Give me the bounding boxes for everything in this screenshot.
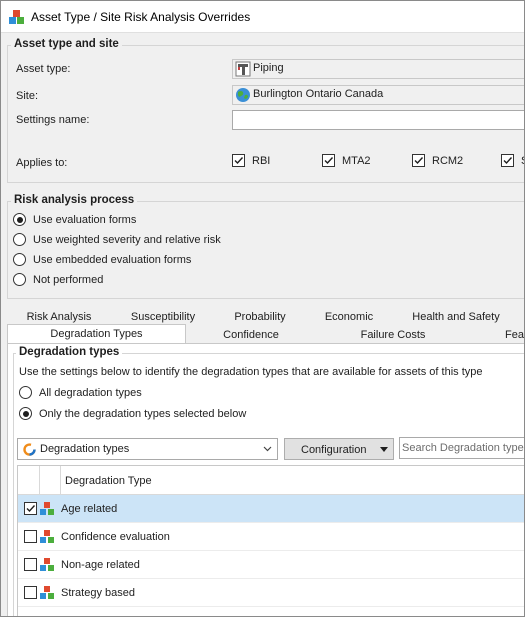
search-degradation-placeholder: Search Degradation types (402, 442, 525, 454)
tab-probability[interactable]: Probability (225, 308, 295, 326)
title-bar: Asset Type / Site Risk Analysis Override… (1, 1, 524, 33)
degradation-types-grid: Degradation Type Age related Confidence … (17, 465, 524, 616)
risk-option-not-performed-radio[interactable] (13, 273, 26, 286)
applies-rbi-checkbox[interactable] (232, 154, 245, 167)
row-degradation-name: Confidence evaluation (61, 531, 170, 543)
all-degradation-types-radio[interactable] (19, 386, 32, 399)
dropdown-arrow-icon (380, 447, 388, 452)
tab-failure-costs[interactable]: Failure Costs (351, 326, 435, 344)
risk-option-evaluation-forms-radio[interactable] (13, 213, 26, 226)
table-row[interactable]: Non-age related (18, 551, 524, 579)
asset-type-value: Piping (253, 62, 284, 74)
degradation-description: Use the settings below to identify the d… (19, 366, 483, 378)
table-row[interactable]: Confidence evaluation (18, 523, 524, 551)
tab-confidence[interactable]: Confidence (207, 326, 295, 344)
applies-rcm2-checkbox[interactable] (412, 154, 425, 167)
applies-mta2-label: MTA2 (342, 155, 371, 167)
row-degradation-name: Age related (61, 503, 118, 515)
only-selected-degradation-types-label: Only the degradation types selected belo… (39, 408, 247, 420)
risk-option-weighted-severity-label: Use weighted severity and relative risk (33, 234, 221, 246)
asset-group-title: Asset type and site (11, 38, 122, 50)
risk-option-evaluation-forms-label: Use evaluation forms (33, 214, 137, 226)
asset-type-field[interactable]: Piping (232, 59, 524, 79)
degradation-types-combo[interactable]: Degradation types (17, 438, 278, 460)
search-degradation-input[interactable]: Search Degradation types (399, 437, 525, 459)
asset-type-label: Asset type: (16, 63, 71, 75)
applies-to-label: Applies to: (16, 157, 68, 169)
piping-icon (235, 61, 251, 77)
degradation-type-icon (40, 502, 54, 515)
tab-fea[interactable]: Fea (505, 326, 524, 344)
tab-health-safety[interactable]: Health and Safety (406, 308, 506, 326)
settings-name-label: Settings name: (16, 114, 90, 126)
grid-header-icon-column (40, 466, 61, 495)
window-title: Asset Type / Site Risk Analysis Override… (31, 10, 251, 24)
applies-rcm2-label: RCM2 (432, 155, 464, 167)
all-degradation-types-label: All degradation types (39, 387, 142, 399)
row-checkbox[interactable] (24, 502, 37, 515)
site-field[interactable]: Burlington Ontario Canada (232, 85, 524, 105)
applies-s-checkbox[interactable] (501, 154, 514, 167)
row-checkbox[interactable] (24, 558, 37, 571)
site-label: Site: (16, 90, 39, 102)
grid-header: Degradation Type (18, 466, 524, 495)
override-window: Asset Type / Site Risk Analysis Override… (0, 0, 525, 617)
grid-header-check-column (18, 466, 40, 495)
only-selected-degradation-types-radio[interactable] (19, 407, 32, 420)
applies-s-label: S (521, 155, 524, 167)
degradation-types-combo-value: Degradation types (40, 443, 130, 455)
grid-header-degradation-type[interactable]: Degradation Type (65, 475, 152, 487)
configuration-button[interactable]: Configuration (284, 438, 394, 460)
app-cubes-icon (9, 10, 24, 24)
configuration-button-label: Configuration (301, 444, 367, 456)
table-row[interactable]: Age related (18, 495, 524, 523)
site-value: Burlington Ontario Canada (253, 88, 384, 100)
degradation-type-icon (40, 530, 54, 543)
degradation-type-icon (40, 558, 54, 571)
refresh-ring-icon (23, 443, 36, 456)
row-checkbox[interactable] (24, 586, 37, 599)
chevron-down-icon (263, 446, 272, 452)
settings-name-input[interactable] (232, 110, 524, 130)
tab-degradation-types[interactable]: Degradation Types (7, 324, 186, 343)
tab-economic[interactable]: Economic (319, 308, 379, 326)
globe-icon (236, 88, 250, 102)
degradation-group-title: Degradation types (16, 346, 123, 358)
risk-option-embedded-forms-radio[interactable] (13, 253, 26, 266)
row-checkbox[interactable] (24, 530, 37, 543)
risk-option-not-performed-label: Not performed (33, 274, 104, 286)
row-degradation-name: Strategy based (61, 587, 135, 599)
row-degradation-name: Non-age related (61, 559, 140, 571)
risk-process-title: Risk analysis process (11, 194, 138, 206)
applies-rbi-label: RBI (252, 155, 271, 167)
degradation-type-icon (40, 586, 54, 599)
table-row[interactable]: Strategy based (18, 579, 524, 607)
applies-mta2-checkbox[interactable] (322, 154, 335, 167)
risk-option-weighted-severity-radio[interactable] (13, 233, 26, 246)
risk-option-embedded-forms-label: Use embedded evaluation forms (33, 254, 192, 266)
